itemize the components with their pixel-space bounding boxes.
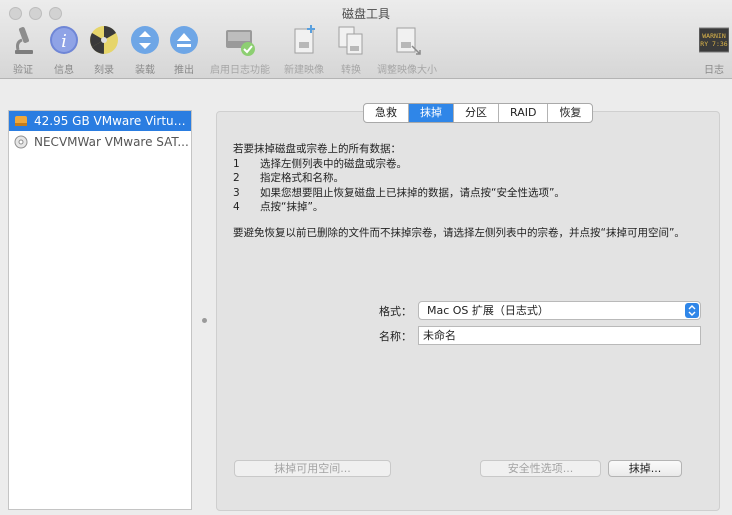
instruction-step: 4 点按“抹掉”。	[233, 200, 565, 215]
tab-raid[interactable]: RAID	[499, 104, 549, 122]
mount-icon	[128, 24, 162, 58]
step-number: 3	[233, 186, 240, 199]
burn-button[interactable]: 刻录	[87, 24, 121, 76]
step-number: 1	[233, 157, 240, 170]
convert-label: 转换	[341, 65, 361, 76]
convert-button[interactable]: 转换	[334, 24, 368, 76]
toolbar: 磁盘工具 验证 i 信息 刻录 装载 推出 启用日志功能 新建映像 转换 调整映…	[0, 0, 732, 79]
eject-icon	[167, 24, 201, 58]
tab-restore[interactable]: 恢复	[548, 104, 592, 122]
tab-first-aid[interactable]: 急救	[364, 104, 409, 122]
format-select[interactable]: Mac OS 扩展（日志式）	[418, 301, 701, 320]
log-badge-line2: RY 7:36	[700, 40, 727, 48]
instruction-step: 2 指定格式和名称。	[233, 171, 565, 186]
burn-icon	[87, 24, 121, 58]
instruction-step: 3 如果您想要阻止恢复磁盘上已抹掉的数据，请点按“安全性选项”。	[233, 186, 565, 201]
resize-image-icon	[390, 24, 424, 58]
hard-disk-icon	[14, 114, 28, 128]
format-select-value: Mac OS 扩展（日志式）	[427, 304, 549, 317]
name-label: 名称：	[379, 330, 412, 343]
mount-label: 装载	[135, 65, 155, 76]
instruction-step: 1 选择左侧列表中的磁盘或宗卷。	[233, 157, 565, 172]
tab-partition[interactable]: 分区	[454, 104, 499, 122]
erase-instructions: 若要抹掉磁盘或宗卷上的所有数据： 1 选择左侧列表中的磁盘或宗卷。 2 指定格式…	[233, 142, 565, 215]
disk-list-item[interactable]: NECVMWar VMware SAT...	[9, 132, 191, 152]
mount-button[interactable]: 装载	[128, 24, 162, 76]
step-text: 选择左侧列表中的磁盘或宗卷。	[260, 157, 407, 170]
burn-label: 刻录	[94, 65, 114, 76]
disk-utility-window: 磁盘工具 验证 i 信息 刻录 装载 推出 启用日志功能 新建映像 转换 调整映…	[0, 0, 732, 515]
log-badge-line1: WARNIN	[702, 32, 726, 40]
svg-text:i: i	[61, 31, 67, 52]
disk-list-item[interactable]: 42.95 GB VMware Virtua...	[9, 111, 191, 131]
enable-journaling-label: 启用日志功能	[210, 65, 270, 76]
erase-free-space-note: 要避免恢复以前已删除的文件而不抹掉宗卷，请选择左侧列表中的宗卷，并点按“抹掉可用…	[233, 227, 685, 239]
new-image-button[interactable]: 新建映像	[281, 24, 327, 76]
step-text: 指定格式和名称。	[260, 172, 344, 184]
security-options-button[interactable]: 安全性选项...	[480, 460, 601, 477]
enable-journaling-button[interactable]: 启用日志功能	[207, 24, 273, 76]
info-button[interactable]: i 信息	[47, 24, 81, 76]
eject-button[interactable]: 推出	[167, 24, 201, 76]
log-button[interactable]: WARNIN RY 7:36 日志	[698, 24, 730, 76]
erase-free-space-button[interactable]: 抹掉可用空间...	[234, 460, 391, 477]
info-label: 信息	[54, 65, 74, 76]
disk-list-item-label: 42.95 GB VMware Virtua...	[34, 114, 189, 128]
resize-image-label: 调整映像大小	[377, 65, 437, 76]
step-number: 2	[233, 172, 240, 184]
format-label: 格式：	[379, 305, 412, 318]
step-text: 如果您想要阻止恢复磁盘上已抹掉的数据，请点按“安全性选项”。	[260, 186, 565, 199]
step-number: 4	[233, 201, 240, 213]
select-stepper-icon	[685, 303, 699, 318]
info-icon: i	[47, 24, 81, 58]
journal-icon	[223, 24, 257, 58]
new-image-icon	[287, 24, 321, 58]
instructions-intro: 若要抹掉磁盘或宗卷上的所有数据：	[233, 143, 401, 155]
verify-button[interactable]: 验证	[6, 24, 40, 76]
convert-icon	[334, 24, 368, 58]
disk-list[interactable]: 42.95 GB VMware Virtua... NECVMWar VMwar…	[8, 110, 192, 510]
tab-bar: 急救 抹掉 分区 RAID 恢复	[363, 103, 594, 123]
step-text: 点按“抹掉”。	[260, 201, 324, 213]
microscope-icon	[6, 24, 40, 58]
optical-drive-icon	[14, 135, 28, 149]
tab-erase[interactable]: 抹掉	[409, 104, 454, 122]
verify-label: 验证	[13, 65, 33, 76]
log-label: 日志	[704, 65, 724, 76]
split-view-handle[interactable]	[202, 318, 207, 323]
volume-name-field[interactable]: 未命名	[418, 326, 701, 345]
resize-image-button[interactable]: 调整映像大小	[374, 24, 440, 76]
new-image-label: 新建映像	[284, 65, 324, 76]
erase-button[interactable]: 抹掉...	[608, 460, 682, 477]
eject-label: 推出	[174, 65, 194, 76]
log-icon: WARNIN RY 7:36	[698, 24, 730, 58]
disk-list-item-label: NECVMWar VMware SAT...	[34, 135, 189, 149]
window-title: 磁盘工具	[341, 7, 390, 21]
